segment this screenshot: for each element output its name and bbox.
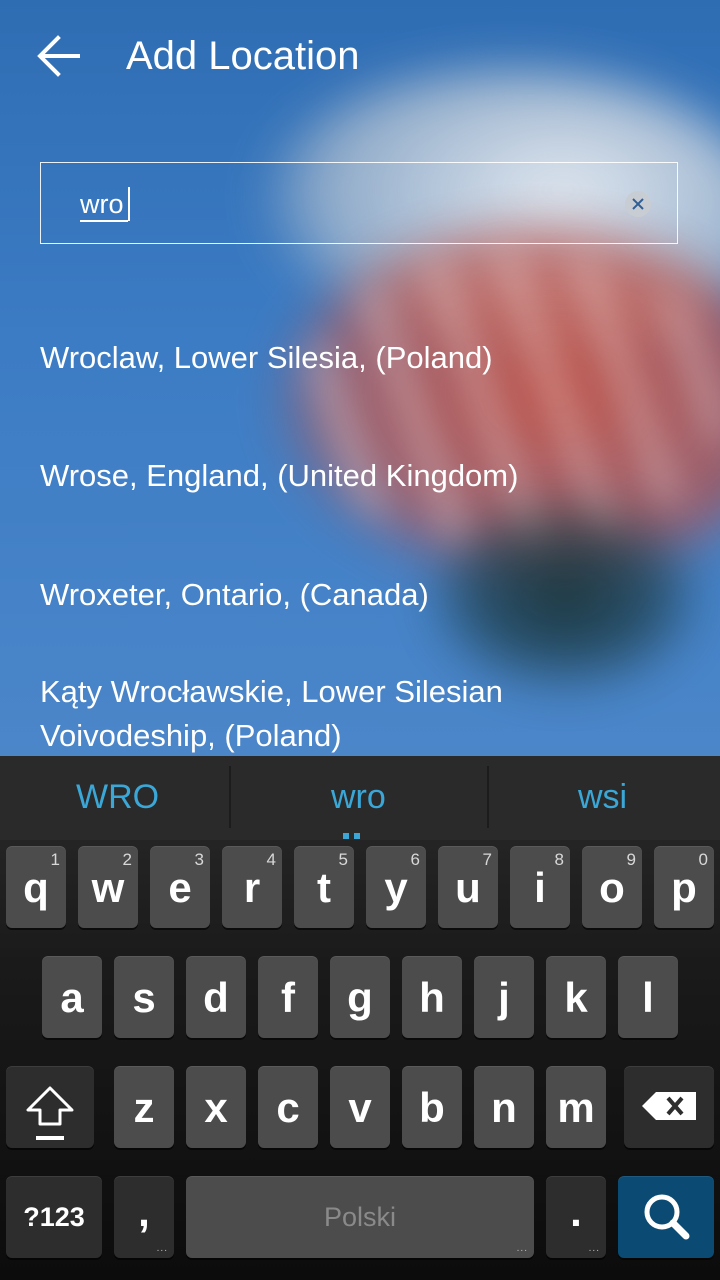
key-o[interactable]: o9 [582,846,642,928]
result-item-wroclaw[interactable]: Wroclaw, Lower Silesia, (Poland) [40,336,700,380]
composing-underline [80,220,128,222]
key-a[interactable]: a [42,956,102,1038]
key-b[interactable]: b [402,1066,462,1148]
suggestion-uppercase[interactable]: WRO [76,778,159,817]
key-f[interactable]: f [258,956,318,1038]
search-key[interactable] [618,1176,714,1258]
shift-icon [26,1086,74,1140]
key-y[interactable]: y6 [366,846,426,928]
key-u[interactable]: u7 [438,846,498,928]
symbols-key[interactable]: ?123 [6,1176,102,1258]
suggestion-strip: WRO wro wsi [0,756,720,857]
backspace-icon [642,1092,696,1120]
page-title: Add Location [126,34,360,78]
key-i[interactable]: i8 [510,846,570,928]
app-header: Add Location [0,0,720,115]
clear-search-button[interactable] [625,191,651,217]
suggestion-divider [487,766,489,828]
key-z[interactable]: z [114,1066,174,1148]
comma-key[interactable]: ,... [114,1176,174,1258]
suggestion-alternate[interactable]: wsi [578,778,627,817]
balloon-stripes-blur [300,250,720,550]
period-key[interactable]: .... [546,1176,606,1258]
text-caret [128,187,130,221]
key-l[interactable]: l [618,956,678,1038]
key-c[interactable]: c [258,1066,318,1148]
arrow-left-icon [37,35,80,77]
soft-keyboard: WRO wro wsi q1 w2 e3 r4 t5 y6 u7 i8 o9 p… [0,756,720,1280]
key-q[interactable]: q1 [6,846,66,928]
key-e[interactable]: e3 [150,846,210,928]
search-icon [644,1194,690,1240]
suggestion-divider [229,766,231,828]
back-button[interactable] [28,24,92,88]
space-key[interactable]: Polski... [186,1176,534,1258]
key-v[interactable]: v [330,1066,390,1148]
result-item-katy-wroclawskie[interactable]: Kąty Wrocławskie, Lower Silesian Voivode… [40,670,560,758]
key-t[interactable]: t5 [294,846,354,928]
key-d[interactable]: d [186,956,246,1038]
search-input[interactable] [80,181,600,227]
shift-key[interactable] [6,1066,94,1148]
key-w[interactable]: w2 [78,846,138,928]
key-g[interactable]: g [330,956,390,1038]
backspace-key[interactable] [624,1066,714,1148]
key-j[interactable]: j [474,956,534,1038]
suggestion-current[interactable]: wro [331,778,386,817]
result-item-wrose[interactable]: Wrose, England, (United Kingdom) [40,454,700,498]
more-dots: ... [516,1243,528,1254]
key-h[interactable]: h [402,956,462,1038]
clear-icon [632,198,644,210]
more-suggestions-indicator [343,826,375,857]
key-r[interactable]: r4 [222,846,282,928]
key-s[interactable]: s [114,956,174,1038]
more-dots: ... [588,1243,600,1254]
key-k[interactable]: k [546,956,606,1038]
key-m[interactable]: m [546,1066,606,1148]
search-field[interactable] [40,162,678,244]
key-x[interactable]: x [186,1066,246,1148]
key-p[interactable]: p0 [654,846,714,928]
more-dots: ... [156,1243,168,1254]
result-item-wroxeter[interactable]: Wroxeter, Ontario, (Canada) [40,573,700,617]
key-n[interactable]: n [474,1066,534,1148]
